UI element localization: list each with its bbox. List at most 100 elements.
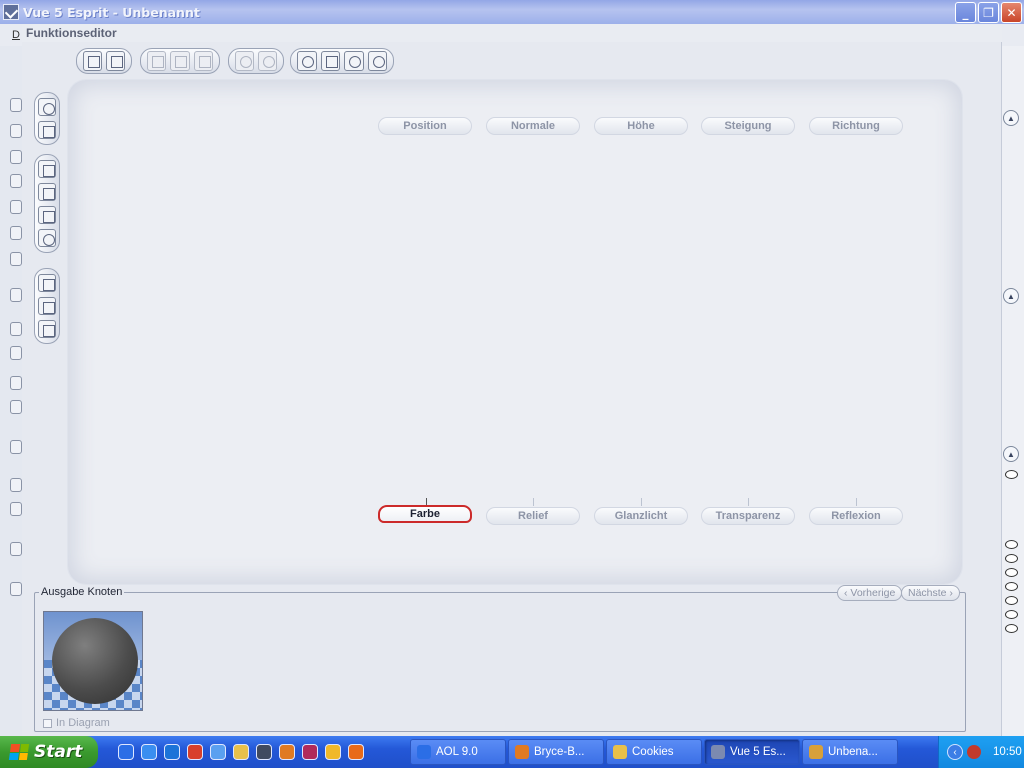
input-hoehe[interactable]: Höhe — [594, 117, 688, 135]
tool-icon[interactable] — [10, 502, 22, 516]
zoom-out-icon[interactable] — [367, 51, 387, 71]
zoom-fit-icon[interactable] — [297, 51, 317, 71]
window-title-bar[interactable]: Vue 5 Esprit - Unbenannt _ ❐ ✕ — [0, 0, 1024, 24]
taskbar-task-button[interactable]: AOL 9.0 — [410, 739, 506, 765]
app-icon[interactable] — [256, 744, 272, 760]
next-button[interactable]: Nächste › — [901, 585, 960, 601]
tray-app-icon[interactable] — [967, 745, 981, 759]
visibility-eye-icon[interactable] — [1005, 540, 1018, 549]
tray-expand-icon[interactable]: ‹ — [947, 744, 963, 760]
material-preview[interactable] — [43, 611, 143, 711]
task-label: AOL 9.0 — [436, 746, 478, 758]
desktop-icon[interactable] — [210, 744, 226, 760]
tool-icon[interactable] — [10, 98, 22, 112]
taskbar-task-button[interactable]: Bryce-B... — [508, 739, 604, 765]
visibility-eye-icon[interactable] — [1005, 470, 1018, 479]
tool-icon[interactable] — [10, 400, 22, 414]
turbulence-icon[interactable] — [38, 320, 56, 338]
tool-icon[interactable] — [10, 226, 22, 240]
visibility-eye-icon[interactable] — [1005, 610, 1018, 619]
tool-icon[interactable] — [10, 478, 22, 492]
redo-icon[interactable] — [258, 51, 277, 71]
tool-icon[interactable] — [10, 346, 22, 360]
zoom-region-icon[interactable] — [320, 51, 340, 71]
filter-icon[interactable] — [38, 274, 56, 292]
input-normale[interactable]: Normale — [486, 117, 580, 135]
scroll-up-icon[interactable]: ▲ — [1003, 288, 1019, 304]
copy-icon[interactable] — [170, 51, 190, 71]
checkbox-box[interactable] — [43, 718, 52, 728]
maximize-button[interactable]: ❐ — [978, 2, 999, 23]
tool-icon[interactable] — [10, 200, 22, 214]
tool-icon[interactable] — [10, 542, 22, 556]
visibility-eye-icon[interactable] — [1005, 624, 1018, 633]
curve-icon[interactable] — [38, 206, 56, 224]
clock[interactable]: 10:50 — [993, 746, 1022, 758]
input-richtung[interactable]: Richtung — [809, 117, 903, 135]
input-position[interactable]: Position — [378, 117, 472, 135]
ie-alt-icon[interactable] — [164, 744, 180, 760]
node-insert-icon[interactable] — [83, 51, 102, 71]
tool-icon[interactable] — [10, 582, 22, 596]
visibility-eye-icon[interactable] — [1005, 568, 1018, 577]
previous-button[interactable]: ‹ Vorherige — [837, 585, 903, 601]
start-label: Start — [34, 742, 83, 762]
zoom-in-icon[interactable] — [344, 51, 364, 71]
side-toolbar-group-2 — [34, 154, 60, 253]
close-button[interactable]: ✕ — [1001, 2, 1022, 23]
dialog-title: Funktionseditor — [26, 26, 117, 40]
scroll-up-icon[interactable]: ▲ — [1003, 110, 1019, 126]
taskbar-task-button[interactable]: Unbena... — [802, 739, 898, 765]
in-diagram-checkbox[interactable]: In Diagram — [43, 717, 110, 729]
output-farbe[interactable]: Farbe — [378, 505, 472, 523]
texture-map-icon[interactable] — [38, 121, 56, 139]
scroll-up-icon[interactable]: ▲ — [1003, 446, 1019, 462]
visibility-eye-icon[interactable] — [1005, 596, 1018, 605]
player-icon[interactable] — [325, 744, 341, 760]
media-icon[interactable] — [187, 744, 203, 760]
combiner-icon[interactable] — [38, 297, 56, 315]
side-toolbar-group-3 — [34, 268, 60, 344]
function-icon[interactable] — [38, 98, 56, 116]
tool-icon[interactable] — [10, 440, 22, 454]
background-left-toolbar — [0, 46, 24, 736]
paste-icon[interactable] — [193, 51, 213, 71]
output-node-legend: Ausgabe Knoten — [39, 586, 125, 598]
constant-icon[interactable] — [38, 229, 56, 247]
task-app-icon — [711, 745, 725, 759]
output-transparenz[interactable]: Transparenz — [701, 507, 795, 525]
taskbar-task-button[interactable]: Vue 5 Es... — [704, 739, 800, 765]
tool-icon[interactable] — [10, 124, 22, 138]
node-panel-icon[interactable] — [106, 51, 125, 71]
video-icon[interactable] — [302, 744, 318, 760]
aol-icon[interactable] — [118, 744, 134, 760]
undo-icon[interactable] — [235, 51, 254, 71]
background-right-panel: ▲ ▲ ▲ — [1000, 46, 1024, 736]
tool-icon[interactable] — [10, 288, 22, 302]
color-icon[interactable] — [38, 160, 56, 178]
visibility-eye-icon[interactable] — [1005, 582, 1018, 591]
node-graph-canvas[interactable]: Position Normale Höhe Steigung Richtung … — [68, 80, 962, 584]
firefox-icon[interactable] — [279, 744, 295, 760]
app-icon[interactable] — [3, 4, 19, 20]
input-steigung[interactable]: Steigung — [701, 117, 795, 135]
taskbar-task-button[interactable]: Cookies — [606, 739, 702, 765]
folder-icon[interactable] — [233, 744, 249, 760]
tool-icon[interactable] — [10, 376, 22, 390]
tool-icon[interactable] — [10, 322, 22, 336]
firefox-alt-icon[interactable] — [348, 744, 364, 760]
output-reflexion[interactable]: Reflexion — [809, 507, 903, 525]
menu-item-peek[interactable]: D — [12, 29, 20, 41]
square-icon[interactable] — [38, 183, 56, 201]
output-glanzlicht[interactable]: Glanzlicht — [594, 507, 688, 525]
tool-icon[interactable] — [10, 150, 22, 164]
connector-stub — [748, 498, 749, 506]
tool-icon[interactable] — [10, 252, 22, 266]
tool-icon[interactable] — [10, 174, 22, 188]
output-relief[interactable]: Relief — [486, 507, 580, 525]
visibility-eye-icon[interactable] — [1005, 554, 1018, 563]
cut-icon[interactable] — [147, 51, 167, 71]
ie-icon[interactable] — [141, 744, 157, 760]
start-button[interactable]: Start — [0, 736, 98, 768]
minimize-button[interactable]: _ — [955, 2, 976, 23]
